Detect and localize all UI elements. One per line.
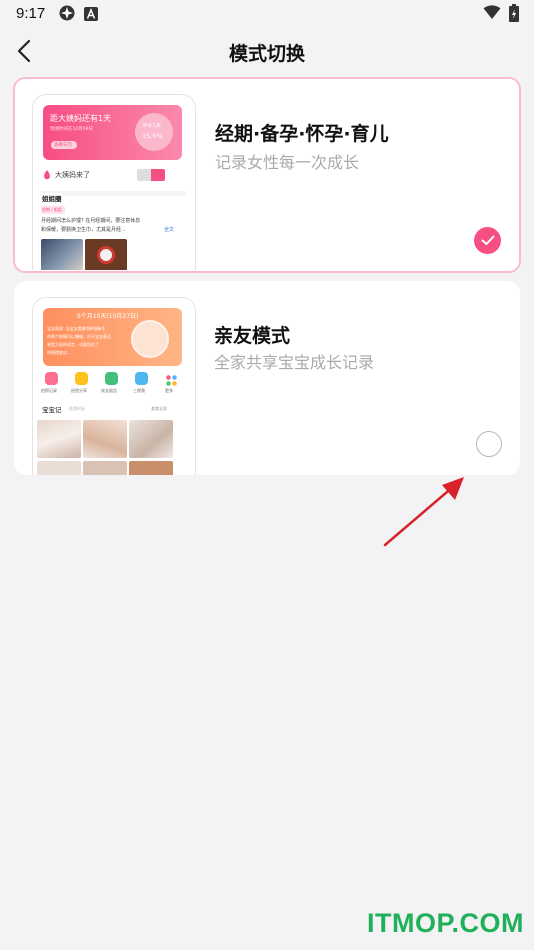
preview-banner-sub: 预测时间在10月09日 [50,127,93,132]
preview-post-tag: 经期 / 姐姐 [41,206,65,214]
preview-banner-text: 距大姨妈还有1天 [50,114,112,123]
preview-photo [41,239,83,270]
preview-toggle-off [137,169,151,181]
mode-subtitle: 记录女性每一次成长 [215,153,360,172]
mode-subtitle: 全家共享宝宝成长记录 [214,353,375,372]
status-time: 9:17 [16,5,46,22]
preview-section-link: 查看全部 [151,406,167,411]
battery-icon [509,4,519,26]
preview-post-line1: 月经期间怎么护理? 在月经期间，要注意休息 [41,218,141,224]
preview-photo [83,420,127,458]
preview-section-title: 姐姐圈 [42,193,62,203]
mode-preview-family: 9个月10天(10月27日) 宝宝萌发: 当宝宝看着你时候新生 的两个眼睛可以慢… [32,297,196,475]
more-icon [165,372,178,386]
preview-photo [129,461,173,475]
mode-preview-period: 距大姨妈还有1天 预测时间在10月09日 查看日历 怀孕几率 15.0% 大姨妈… [32,94,196,270]
preview-banner-button: 查看日历 [51,141,77,149]
drop-icon [44,170,50,180]
page-title: 模式切换 [228,43,305,65]
watermark: ITMOP.COM [366,908,524,938]
wifi-icon [483,5,501,24]
preview-toggle-on [151,169,165,181]
preview-section-title: 宝宝记 [42,406,62,414]
mode-card-period[interactable]: 距大姨妈还有1天 预测时间在10月09日 查看日历 怀孕几率 15.0% 大姨妈… [13,77,521,273]
divider [41,191,186,196]
status-bar: 9:17 [0,0,534,28]
share-icon [75,372,88,385]
mode-card-family[interactable]: 9个月10天(10月27日) 宝宝萌发: 当宝宝看着你时候新生 的两个眼睛可以慢… [14,281,520,475]
mode-title: 亲友模式 [214,325,291,347]
preview-banner: 距大姨妈还有1天 预测时间在10月09日 查看日历 怀孕几率 15.0% [43,105,182,160]
preview-post-line2: 和保暖，要勤换卫生巾，尤其是月经... [41,227,126,233]
preview-photo [83,461,127,475]
annotation-arrow-icon [383,477,464,547]
a-badge-icon [84,6,98,25]
radio-unselected[interactable] [476,431,502,457]
preview-section-sub: 任务时长 [69,406,85,411]
report-icon [105,372,118,385]
preview-photo [85,239,127,270]
radio-selected[interactable] [474,227,501,254]
checkmark-icon [481,235,494,245]
video-icon [135,372,148,385]
preview-flower-badge: 怀孕几率 15.0% [135,113,173,151]
preview-photo [37,420,81,458]
nav-bar: 模式切换 [0,30,534,72]
preview-photo [129,420,173,458]
preview-post-more: 全文 [164,226,175,233]
preview-photo [37,461,81,475]
preview-icon-row: 拍照记录 经验分享 成长报告 三视频 更多 [41,372,186,398]
mode-title: 经期·备孕·怀孕·育儿 [215,123,389,145]
settings-badge-icon [59,5,75,25]
baby-avatar-icon [131,320,169,358]
record-icon [45,372,58,385]
